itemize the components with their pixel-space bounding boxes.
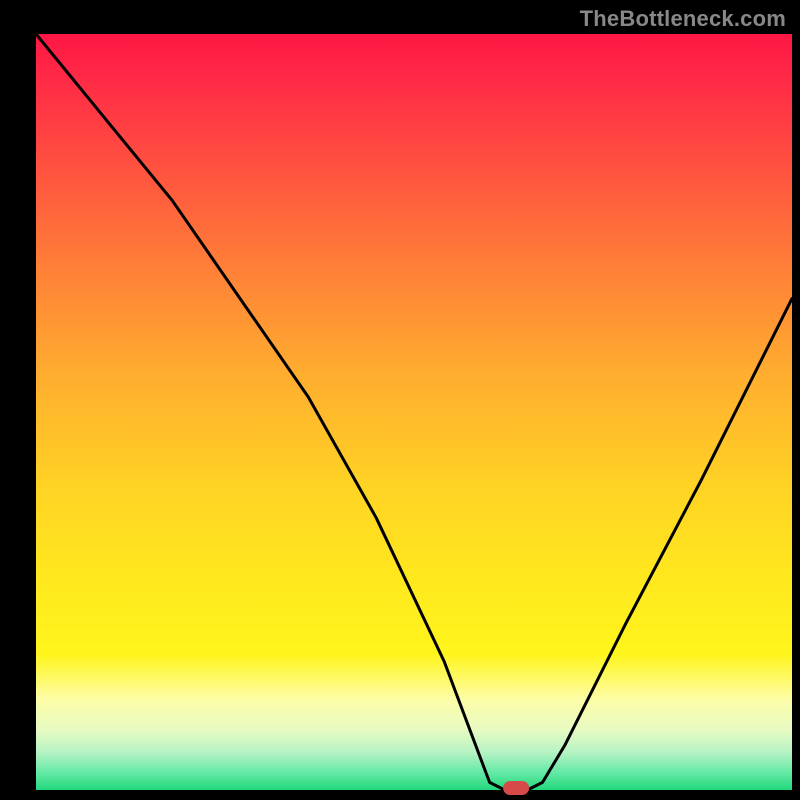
optimal-marker	[503, 781, 529, 795]
chart-stage: TheBottleneck.com	[0, 0, 800, 800]
bottleneck-chart	[0, 0, 800, 800]
plot-background	[36, 34, 792, 790]
watermark-text: TheBottleneck.com	[580, 6, 786, 32]
